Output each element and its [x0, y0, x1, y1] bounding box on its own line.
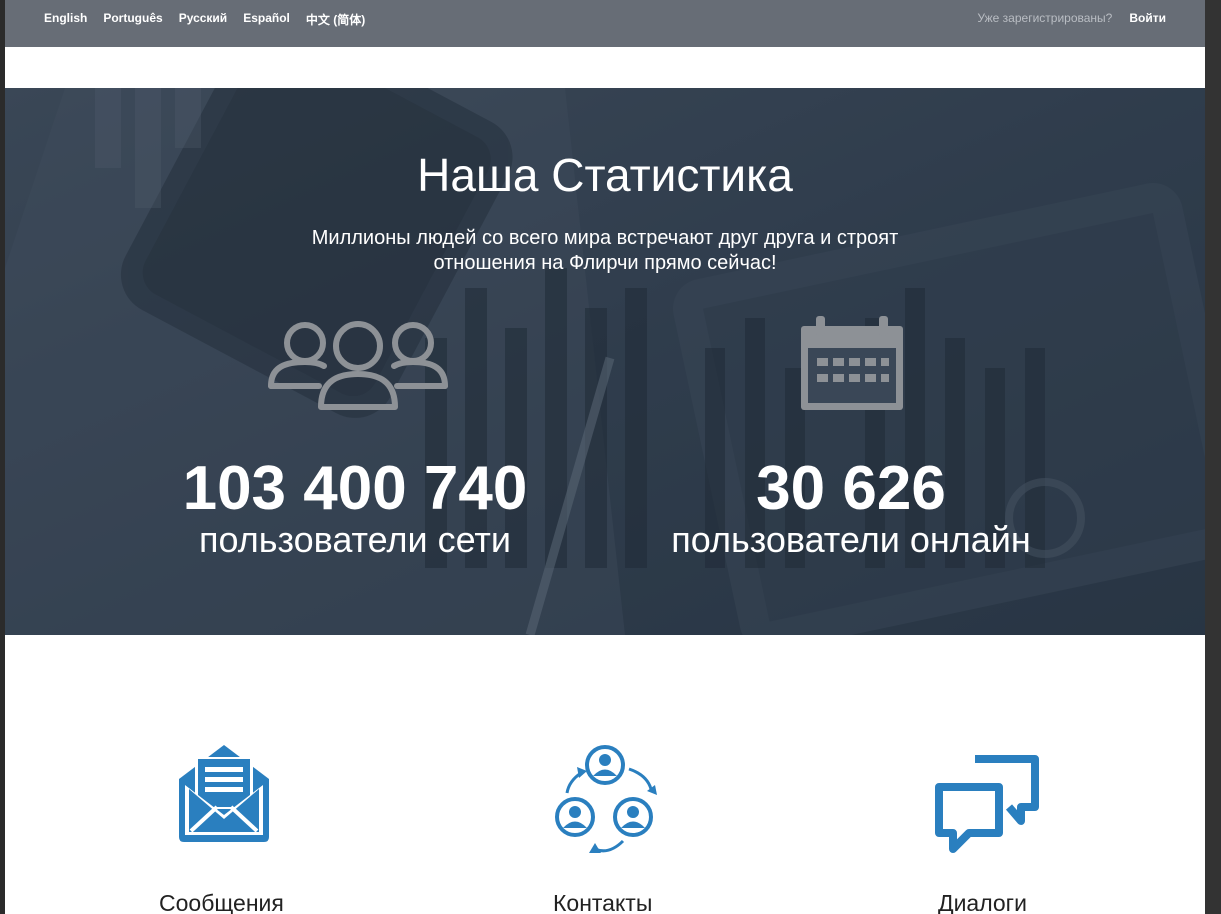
stat-total-users: 103 400 740 пользователи сети [145, 458, 565, 560]
calendar-icon [801, 316, 903, 410]
top-bar: English Português Русский Español 中文 (简体… [5, 0, 1205, 47]
page: English Português Русский Español 中文 (简体… [5, 0, 1205, 914]
lang-russian-link[interactable]: Русский [179, 11, 228, 28]
stats-hero: Наша Статистика Миллионы людей со всего … [5, 88, 1205, 635]
stats-subtitle-line-1: Миллионы людей со всего мира встречают д… [311, 227, 899, 249]
lang-spanish-link[interactable]: Español [243, 11, 290, 28]
stat-online-users: 30 626 пользователи онлайн [645, 458, 1057, 560]
stats-title: Наша Статистика [417, 149, 793, 201]
lang-chinese-link[interactable]: 中文 (简体) [306, 11, 365, 28]
users-group-icon [268, 321, 448, 410]
stat-online-users-label: пользователи онлайн [671, 519, 1031, 560]
chat-bubbles-icon [935, 755, 1039, 853]
stat-total-users-value: 103 400 740 [182, 454, 528, 523]
feature-contacts-label: Контакты [553, 890, 653, 914]
already-registered-text: Уже зарегистрированы? [977, 11, 1113, 25]
feature-dialogs-label: Диалоги [938, 890, 1027, 914]
stats-subtitle: Миллионы людей со всего мира встречают д… [300, 226, 910, 276]
stat-online-users-value: 30 626 [756, 454, 946, 523]
login-link[interactable]: Войти [1129, 11, 1166, 25]
auth-area: Уже зарегистрированы? Войти [977, 11, 1166, 25]
lang-portuguese-link[interactable]: Português [103, 11, 162, 28]
scrollbar-track[interactable] [1205, 0, 1221, 914]
contacts-cycle-icon [555, 745, 657, 853]
feature-messages-label: Сообщения [159, 890, 284, 914]
envelope-icon [179, 745, 269, 842]
lang-english-link[interactable]: English [44, 11, 87, 28]
stat-total-users-label: пользователи сети [198, 519, 511, 560]
stats-subtitle-line-2: отношения на Флирчи прямо сейчас! [433, 252, 777, 274]
language-switcher: English Português Русский Español 中文 (简体… [44, 11, 381, 28]
